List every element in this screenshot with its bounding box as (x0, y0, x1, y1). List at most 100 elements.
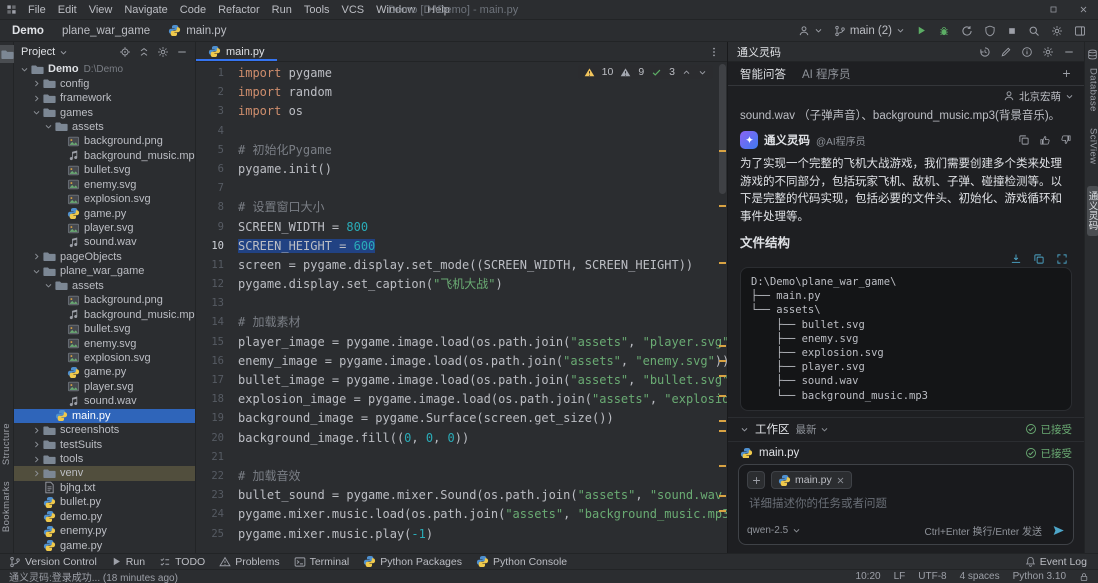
stop-icon[interactable] (1007, 26, 1017, 36)
search-icon[interactable] (1028, 25, 1040, 37)
close-icon[interactable] (836, 476, 845, 485)
code-line[interactable]: 12pygame.display.set_caption("飞机大战") (196, 275, 727, 294)
settings-icon[interactable] (157, 46, 169, 58)
tree-item-enemy-svg[interactable]: enemy.svg (14, 178, 195, 192)
workspace-filter[interactable]: 最新 (796, 422, 829, 437)
line-number[interactable]: 7 (196, 179, 238, 198)
scrollbar-thumb[interactable] (719, 64, 726, 194)
line-number[interactable]: 14 (196, 313, 238, 332)
code-line[interactable]: 11screen = pygame.display.set_mode((SCRE… (196, 256, 727, 275)
insert-icon[interactable] (1010, 253, 1022, 265)
tool-tab-project[interactable] (0, 45, 14, 63)
line-number[interactable]: 18 (196, 390, 238, 409)
tab-ai-programmer[interactable]: AI 程序员 (802, 66, 851, 82)
thumbs-up-icon[interactable] (1039, 134, 1051, 146)
menu-refactor[interactable]: Refactor (212, 0, 266, 19)
tree-item-demo-py[interactable]: demo.py (14, 510, 195, 524)
tree-item-game-py[interactable]: game.py (14, 206, 195, 220)
tree-item-background-music-mp3[interactable]: background_music.mp3 (14, 307, 195, 321)
tool-window-version-control[interactable]: Version Control (2, 554, 104, 569)
tree-item-player-svg[interactable]: player.svg (14, 221, 195, 235)
code-line[interactable]: 10SCREEN_HEIGHT = 600 (196, 237, 727, 256)
chevdn-icon[interactable] (698, 68, 707, 77)
status-message[interactable]: 通义灵码:登录成功... (18 minutes ago) (9, 569, 178, 583)
tree-item-pageobjects[interactable]: pageObjects (14, 250, 195, 264)
warning-icon[interactable] (584, 67, 595, 78)
line-number[interactable]: 10 (196, 237, 238, 256)
menu-vcs[interactable]: VCS (336, 0, 371, 19)
code-line[interactable]: 16enemy_image = pygame.image.load(os.pat… (196, 352, 727, 371)
workspace-file-row[interactable]: main.py 已接受 (728, 441, 1084, 458)
thumbs-down-icon[interactable] (1060, 134, 1072, 146)
settings-icon[interactable] (1042, 46, 1054, 58)
indent-selector[interactable]: 4 spaces (960, 571, 1000, 582)
tree-item-plane-war-game[interactable]: plane_war_game (14, 264, 195, 278)
new-chat-icon[interactable] (1000, 46, 1012, 58)
tree-item-game-py[interactable]: game.py (14, 365, 195, 379)
tree-item-enemy-py[interactable]: enemy.py (14, 524, 195, 538)
code-editor[interactable]: 1import pygame2import random3import os45… (196, 62, 727, 553)
tool-tab-database-icon[interactable] (1085, 45, 1098, 63)
breadcrumb-folder[interactable]: plane_war_game (62, 25, 150, 37)
model-selector[interactable]: qwen-2.5 (747, 525, 788, 536)
line-number[interactable]: 8 (196, 198, 238, 217)
toolbar-project-widget[interactable]: Demo (12, 25, 44, 37)
code-line[interactable]: 24pygame.mixer.music.load(os.path.join("… (196, 505, 727, 524)
chevron-down-icon[interactable] (792, 526, 801, 535)
tab-smart-qa[interactable]: 智能问答 (740, 66, 786, 82)
line-number[interactable]: 15 (196, 333, 238, 352)
code-line[interactable]: 17bullet_image = pygame.image.load(os.pa… (196, 371, 727, 390)
check-icon[interactable] (651, 67, 662, 78)
tool-tab-structure[interactable]: Structure (1, 423, 13, 465)
tree-item-background-png[interactable]: background.png (14, 134, 195, 148)
coverage-icon[interactable] (984, 25, 996, 37)
code-line[interactable]: 2import random (196, 83, 727, 102)
menu-file[interactable]: File (22, 0, 52, 19)
code-line[interactable]: 9SCREEN_WIDTH = 800 (196, 218, 727, 237)
layout-icon[interactable] (1074, 25, 1086, 37)
project-panel-title[interactable]: Project (21, 46, 55, 58)
code-line[interactable]: 19background_image = pygame.Surface(scre… (196, 409, 727, 428)
minimize-icon[interactable] (1008, 0, 1038, 19)
rerun-icon[interactable] (961, 25, 973, 37)
tree-item-explosion-svg[interactable]: explosion.svg (14, 351, 195, 365)
warning-icon[interactable] (620, 67, 631, 78)
collapse-all-icon[interactable] (138, 46, 150, 58)
line-number[interactable]: 13 (196, 294, 238, 313)
hide-icon[interactable] (1063, 46, 1075, 58)
branch-widget[interactable]: main (2) (834, 25, 905, 37)
code-line[interactable]: 6pygame.init() (196, 160, 727, 179)
tree-item-demo[interactable]: DemoD:\Demo (14, 62, 195, 76)
tool-tab-database[interactable]: Database (1087, 68, 1098, 112)
line-ending-selector[interactable]: LF (894, 571, 906, 582)
event-log-button[interactable]: Event Log (1016, 556, 1096, 568)
tree-item-bullet-svg[interactable]: bullet.svg (14, 322, 195, 336)
locate-icon[interactable] (119, 46, 131, 58)
code-line[interactable]: 20background_image.fill((0, 0, 0)) (196, 429, 727, 448)
expand-icon[interactable] (1056, 253, 1068, 265)
tool-tab-bookmarks[interactable]: Bookmarks (1, 481, 13, 532)
line-number[interactable]: 9 (196, 218, 238, 237)
tree-item-background-music-mp3[interactable]: background_music.mp3 (14, 149, 195, 163)
lock-icon[interactable] (1079, 572, 1089, 582)
line-number[interactable]: 24 (196, 505, 238, 524)
tool-window-terminal[interactable]: Terminal (287, 554, 357, 569)
tool-tab-sciview[interactable]: SciView (1087, 128, 1098, 164)
maximize-icon[interactable] (1038, 0, 1068, 19)
tool-window-python-console[interactable]: Python Console (469, 554, 574, 569)
tool-window-problems[interactable]: Problems (212, 554, 286, 569)
debug-icon[interactable] (938, 25, 950, 37)
line-number[interactable]: 3 (196, 102, 238, 121)
line-number[interactable]: 20 (196, 429, 238, 448)
tree-item-config[interactable]: config (14, 76, 195, 90)
line-number[interactable]: 1 (196, 64, 238, 83)
hide-icon[interactable] (176, 46, 188, 58)
user-menu[interactable] (798, 25, 823, 37)
code-line[interactable]: 22# 加载音效 (196, 467, 727, 486)
line-number[interactable]: 16 (196, 352, 238, 371)
line-number[interactable]: 17 (196, 371, 238, 390)
settings-icon[interactable] (1051, 25, 1063, 37)
tree-item-background-png[interactable]: background.png (14, 293, 195, 307)
workspace-row[interactable]: 工作区 最新 已接受 (728, 417, 1084, 441)
tree-item-assets[interactable]: assets (14, 279, 195, 293)
